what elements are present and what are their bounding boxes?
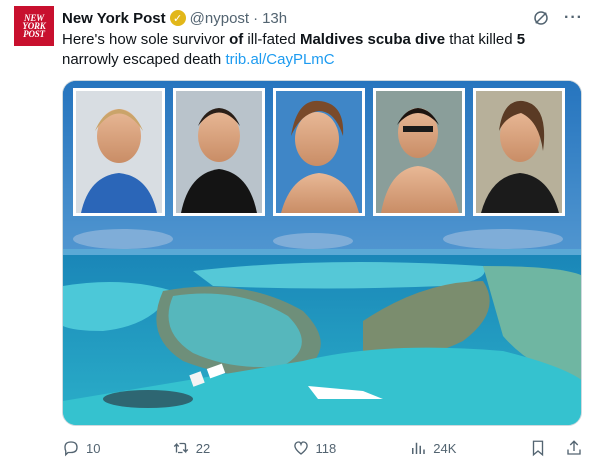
like-icon: [293, 441, 308, 455]
portrait-5: [473, 88, 565, 216]
repost-icon: [173, 442, 188, 454]
text-part: Here's how sole survivor: [62, 31, 230, 48]
author-name[interactable]: New York Post: [62, 10, 166, 27]
text-bold: of: [229, 31, 244, 48]
views-button[interactable]: 24K: [409, 439, 529, 457]
separator: ·: [253, 9, 259, 27]
timestamp[interactable]: 13h: [262, 10, 287, 27]
verified-badge-icon: ✓: [169, 10, 186, 26]
views-count: 24K: [433, 440, 457, 456]
bookmark-icon[interactable]: [529, 439, 547, 457]
portrait-3: [273, 88, 365, 216]
text-part: ill-fated: [243, 31, 300, 48]
avatar-line-3: POST: [23, 29, 45, 39]
text-part: narrowly escaped death: [62, 51, 226, 68]
tweet-media[interactable]: [62, 80, 582, 426]
text-bold: 5: [516, 31, 526, 48]
tweet-header: New York Post ✓ @nypost · 13h ···: [62, 8, 583, 28]
author-handle[interactable]: @nypost: [190, 10, 249, 27]
reply-icon: [64, 441, 78, 457]
media-image: [63, 81, 581, 425]
like-button[interactable]: 118: [292, 439, 410, 457]
text-bold: Maldives scuba dive: [299, 31, 446, 48]
grok-icon[interactable]: [532, 9, 550, 27]
portrait-4: [373, 88, 465, 216]
reply-button[interactable]: 10: [62, 439, 172, 457]
more-icon[interactable]: ···: [564, 9, 583, 27]
views-icon: [412, 442, 426, 454]
reply-count: 10: [86, 440, 101, 456]
avatar[interactable]: NEW YORK POST: [14, 6, 54, 46]
right-actions: [529, 439, 583, 457]
tweet-link[interactable]: trib.al/CayPLmC: [225, 51, 334, 68]
portrait-2: [173, 88, 265, 216]
tweet-text: Here's how sole survivor of ill-fated Ma…: [62, 30, 577, 70]
portrait-1: [73, 88, 165, 216]
share-icon[interactable]: [565, 439, 583, 457]
text-part: that killed: [445, 31, 517, 48]
repost-count: 22: [195, 440, 211, 456]
tweet-actions: 10 22 118 24K: [62, 436, 583, 460]
repost-button[interactable]: 22: [172, 439, 292, 457]
like-count: 118: [315, 440, 337, 456]
header-actions: ···: [532, 9, 583, 27]
